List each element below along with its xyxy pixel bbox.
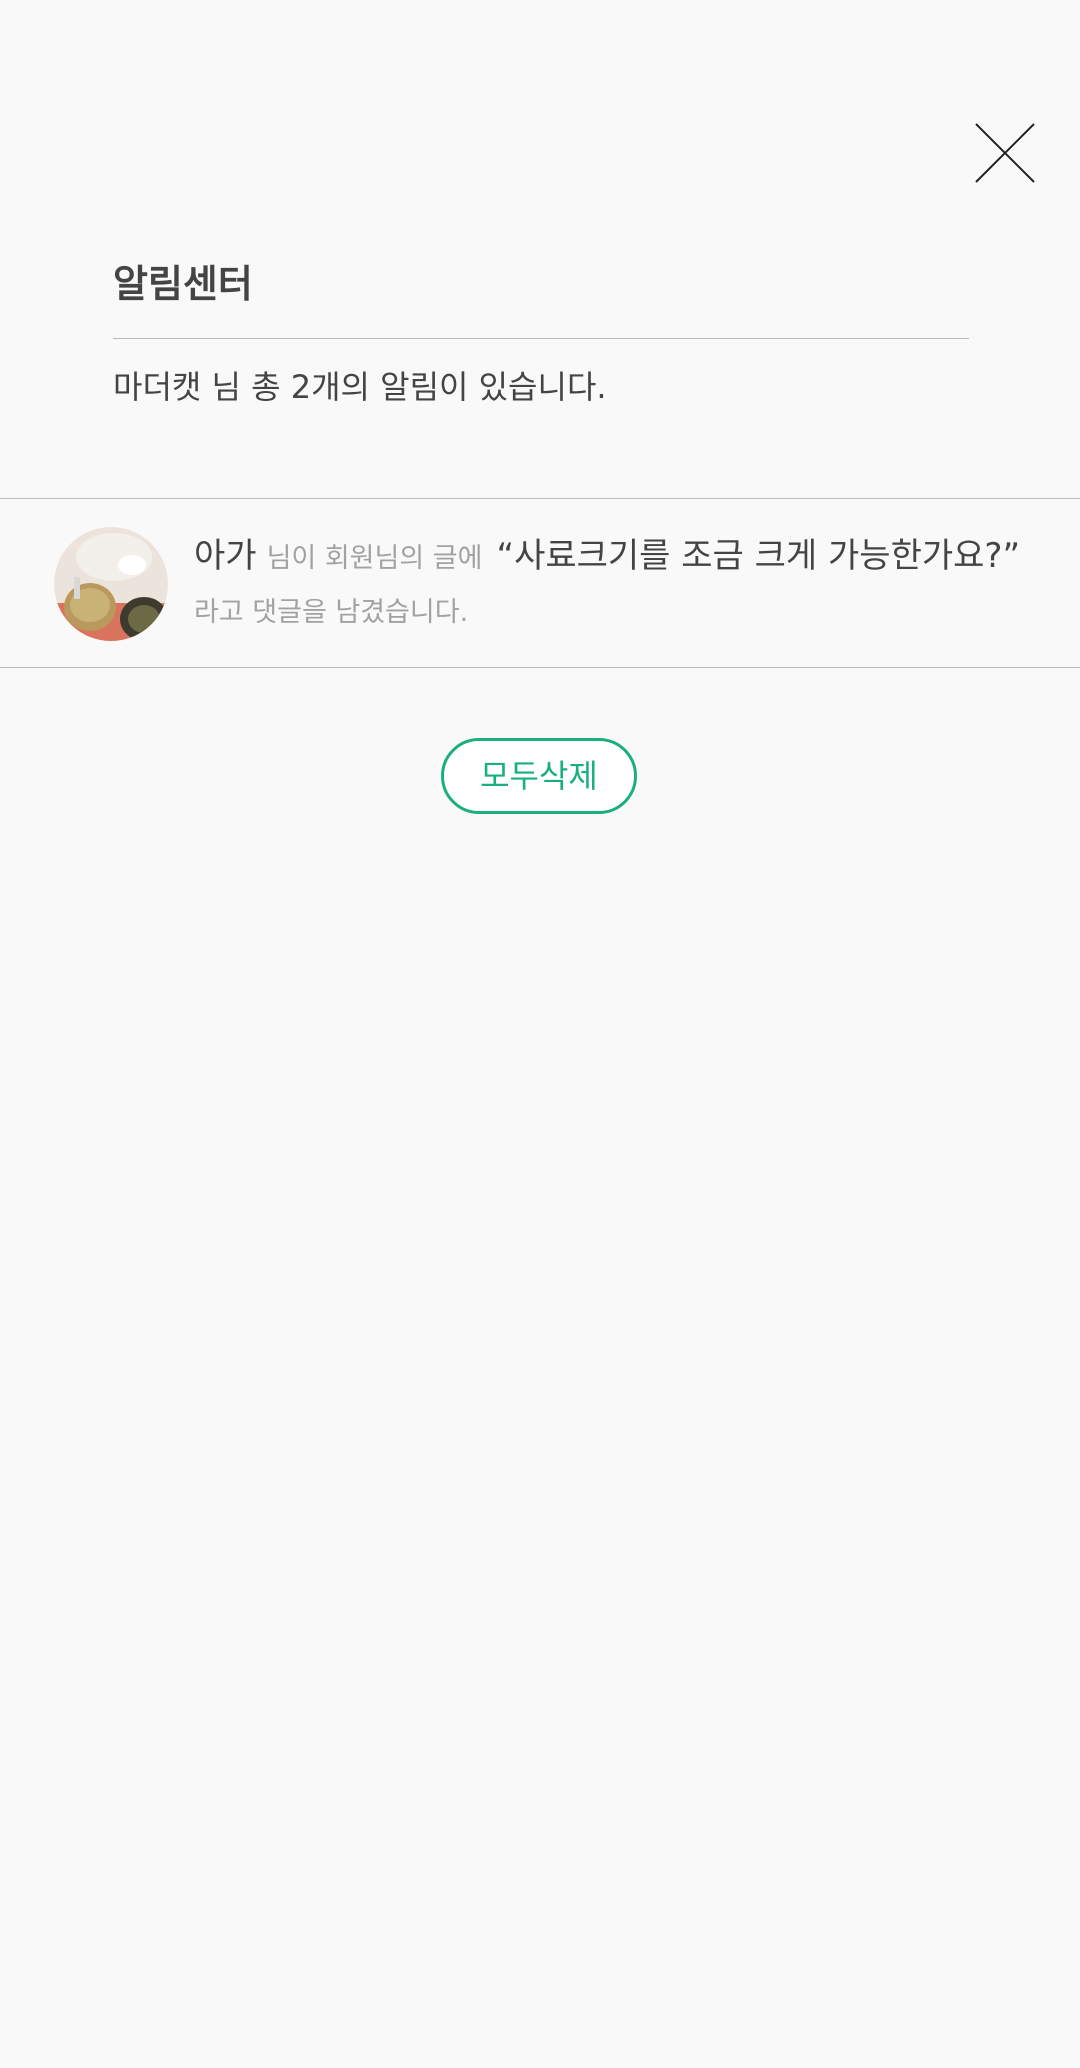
page-title: 알림센터 [113, 262, 253, 306]
notification-suffix: 라고 댓글을 남겼습니다. [194, 597, 469, 628]
avatar [54, 527, 168, 641]
notification-summary: 마더캣 님 총 2개의 알림이 있습니다. [113, 368, 607, 406]
notification-item[interactable]: 아가 님이 회원님의 글에 “사료크기를 조금 크게 가능한가요?” 라고 댓글을 … [0, 499, 1080, 667]
notification-quote: “사료크기를 조금 크게 가능한가요?” [496, 536, 1021, 576]
notification-text: 아가 님이 회원님의 글에 “사료크기를 조금 크게 가능한가요?” [194, 531, 1020, 581]
close-icon [975, 123, 1035, 183]
notification-center-header: 알림센터 마더캣 님 총 2개의 알림이 있습니다. [113, 254, 969, 406]
header-divider [113, 338, 969, 339]
notification-author: 아가 [194, 536, 257, 576]
notification-action: 님이 회원님의 글에 [266, 543, 483, 574]
close-button[interactable] [970, 118, 1040, 188]
delete-all-button[interactable]: 모두삭제 [441, 738, 637, 814]
notification-list: 아가 님이 회원님의 글에 “사료크기를 조금 크게 가능한가요?” 라고 댓글을 … [0, 498, 1080, 668]
